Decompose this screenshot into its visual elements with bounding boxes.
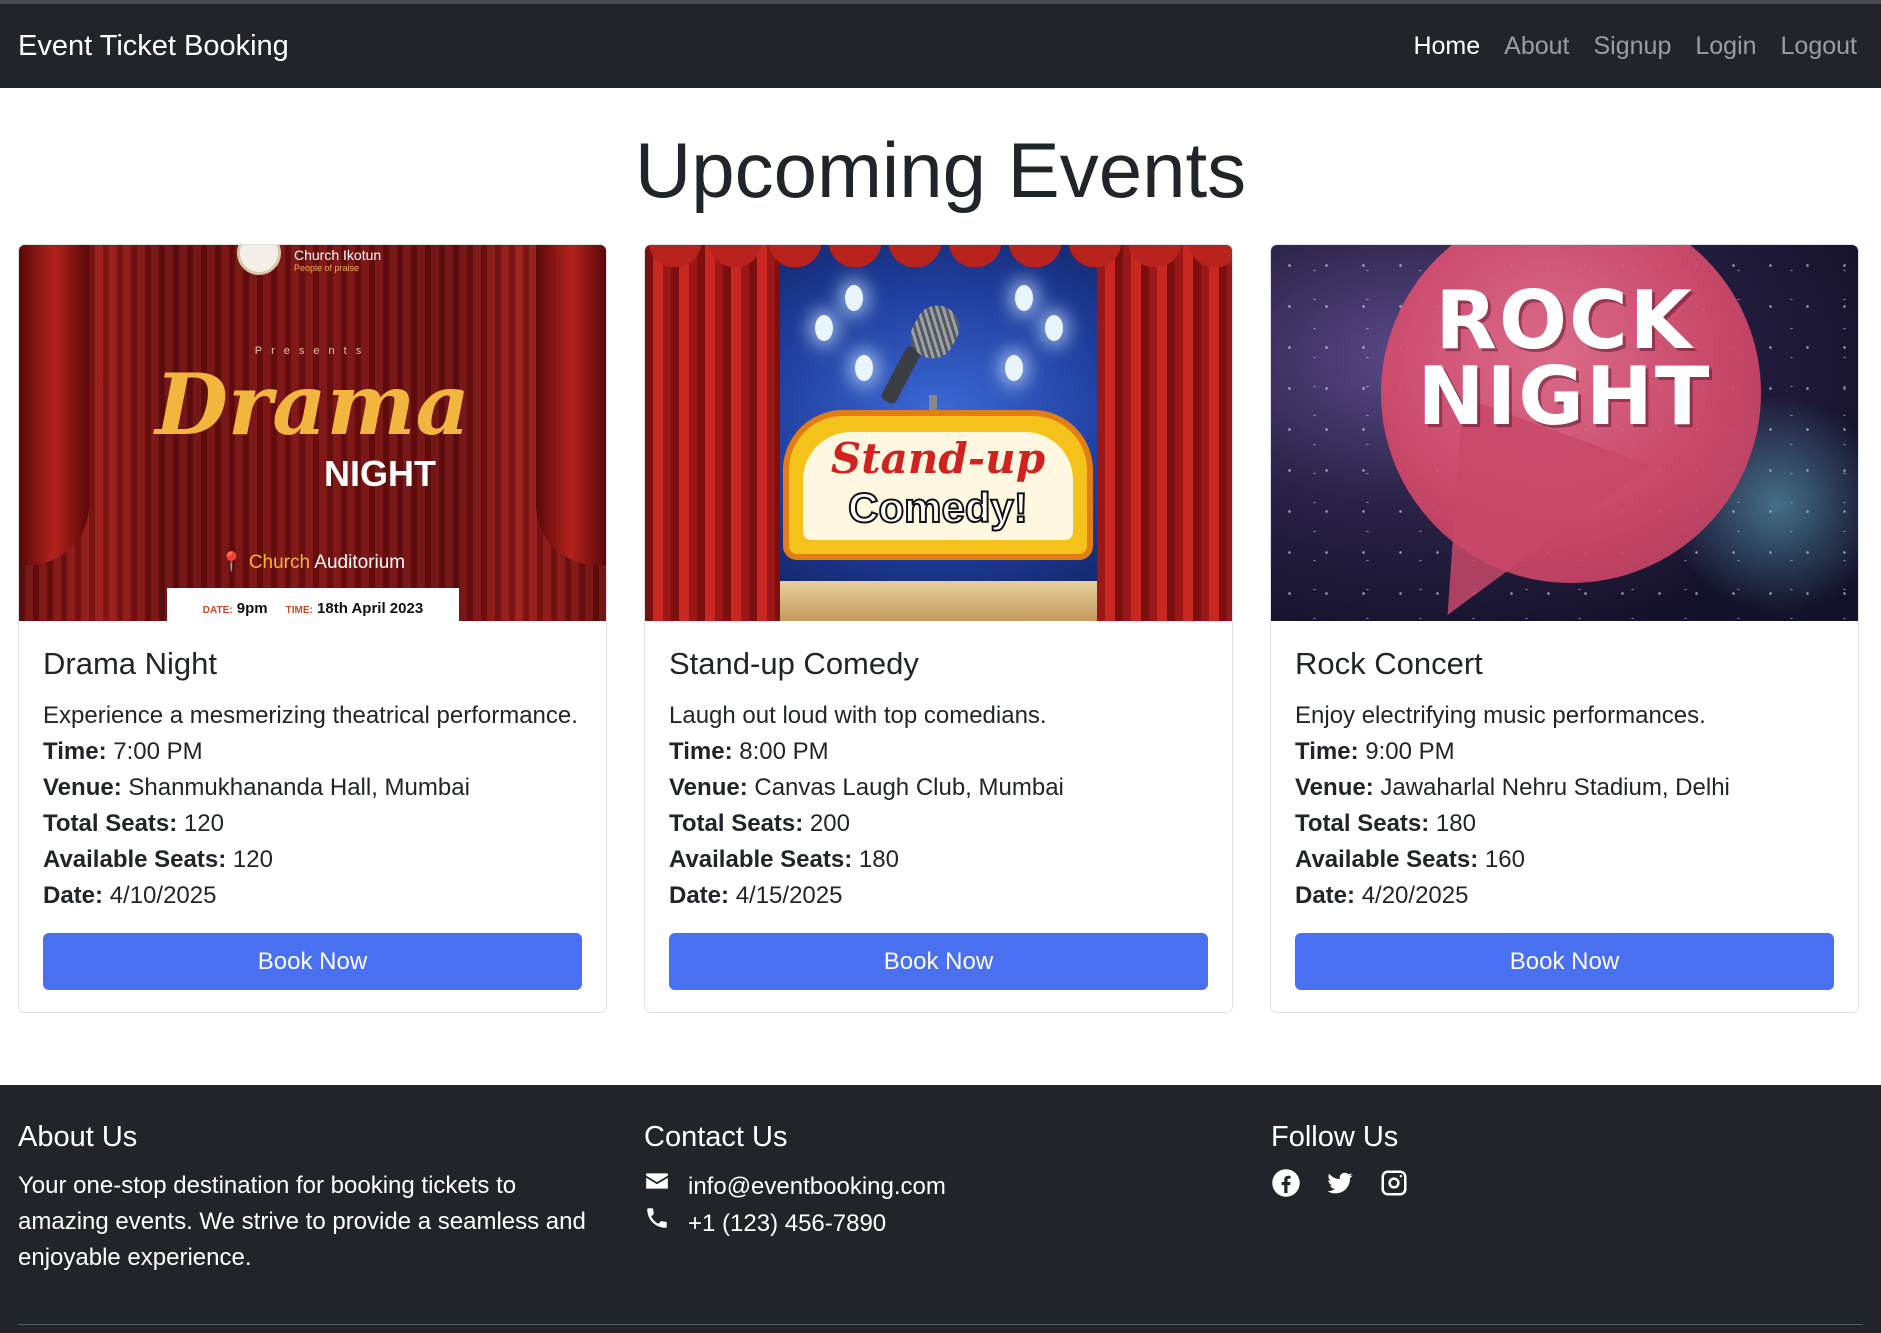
- footer-about-heading: About Us: [18, 1121, 138, 1153]
- nav-link-signup[interactable]: Signup: [1594, 32, 1672, 61]
- twitter-icon[interactable]: [1325, 1168, 1355, 1198]
- event-time: Time: 7:00 PM: [43, 738, 203, 766]
- footer-follow: Follow Us: [1271, 1121, 1831, 1198]
- nav-link-logout[interactable]: Logout: [1781, 32, 1857, 61]
- instagram-icon[interactable]: [1379, 1168, 1409, 1198]
- book-now-button[interactable]: Book Now: [43, 933, 582, 990]
- event-title: Rock Concert: [1295, 646, 1483, 681]
- navbar: Event Ticket Booking Home About Signup L…: [0, 4, 1881, 88]
- event-description: Laugh out loud with top comedians.: [669, 702, 1047, 730]
- event-total-seats: Total Seats: 200: [669, 810, 850, 838]
- event-description: Enjoy electrifying music performances.: [1295, 702, 1706, 730]
- footer: About Us Your one-stop destination for b…: [0, 1085, 1881, 1333]
- page-title: Upcoming Events: [634, 126, 1247, 214]
- event-card-rock: ROCK NIGHT Rock Concert Enjoy electrifyin…: [1270, 244, 1859, 1013]
- event-description: Experience a mesmerizing theatrical perf…: [43, 702, 578, 730]
- book-now-button[interactable]: Book Now: [1295, 933, 1834, 990]
- event-venue: Venue: Shanmukhananda Hall, Mumbai: [43, 774, 470, 802]
- event-time: Time: 9:00 PM: [1295, 738, 1455, 766]
- nav-link-home[interactable]: Home: [1413, 32, 1480, 61]
- event-image-drama: Church Ikotun People of praise Presents D…: [19, 245, 606, 621]
- comedy-sign: Stand-up Comedy!: [783, 410, 1093, 560]
- contact-email: info@eventbooking.com: [644, 1168, 1204, 1205]
- footer-contact-heading: Contact Us: [644, 1121, 788, 1153]
- contact-phone: +1 (123) 456-7890: [644, 1205, 1204, 1242]
- book-now-button[interactable]: Book Now: [669, 933, 1208, 990]
- footer-about-text: Your one-stop destination for booking ti…: [18, 1172, 586, 1271]
- event-card-drama: Church Ikotun People of praise Presents D…: [18, 244, 607, 1013]
- event-available-seats: Available Seats: 160: [1295, 846, 1525, 874]
- phone-icon: [644, 1205, 670, 1242]
- event-cards: Church Ikotun People of praise Presents D…: [18, 244, 1861, 1013]
- social-links: [1271, 1168, 1831, 1198]
- event-total-seats: Total Seats: 180: [1295, 810, 1476, 838]
- event-date: Date: 4/15/2025: [669, 882, 843, 910]
- event-image-comedy: Stand-up Comedy!: [645, 245, 1232, 621]
- event-date: Date: 4/20/2025: [1295, 882, 1469, 910]
- footer-follow-heading: Follow Us: [1271, 1121, 1399, 1153]
- event-title: Drama Night: [43, 646, 217, 681]
- event-card-comedy: Stand-up Comedy! Stand-up Comedy Laugh o…: [644, 244, 1233, 1013]
- event-available-seats: Available Seats: 180: [669, 846, 899, 874]
- nav-link-login[interactable]: Login: [1695, 32, 1756, 61]
- event-image-rock: ROCK NIGHT: [1271, 245, 1858, 621]
- nav-link-about[interactable]: About: [1504, 32, 1569, 61]
- event-venue: Venue: Canvas Laugh Club, Mumbai: [669, 774, 1064, 802]
- footer-contact: Contact Us info@eventbooking.com +1 (123…: [644, 1121, 1204, 1242]
- envelope-icon: [644, 1168, 670, 1205]
- event-total-seats: Total Seats: 120: [43, 810, 224, 838]
- footer-about: About Us Your one-stop destination for b…: [18, 1121, 588, 1276]
- event-time: Time: 8:00 PM: [669, 738, 829, 766]
- event-available-seats: Available Seats: 120: [43, 846, 273, 874]
- navbar-brand[interactable]: Event Ticket Booking: [18, 30, 289, 63]
- footer-divider: [18, 1324, 1863, 1325]
- event-venue: Venue: Jawaharlal Nehru Stadium, Delhi: [1295, 774, 1730, 802]
- event-date: Date: 4/10/2025: [43, 882, 217, 910]
- facebook-icon[interactable]: [1271, 1168, 1301, 1198]
- nav-links: Home About Signup Login Logout: [1413, 32, 1857, 61]
- event-title: Stand-up Comedy: [669, 646, 919, 681]
